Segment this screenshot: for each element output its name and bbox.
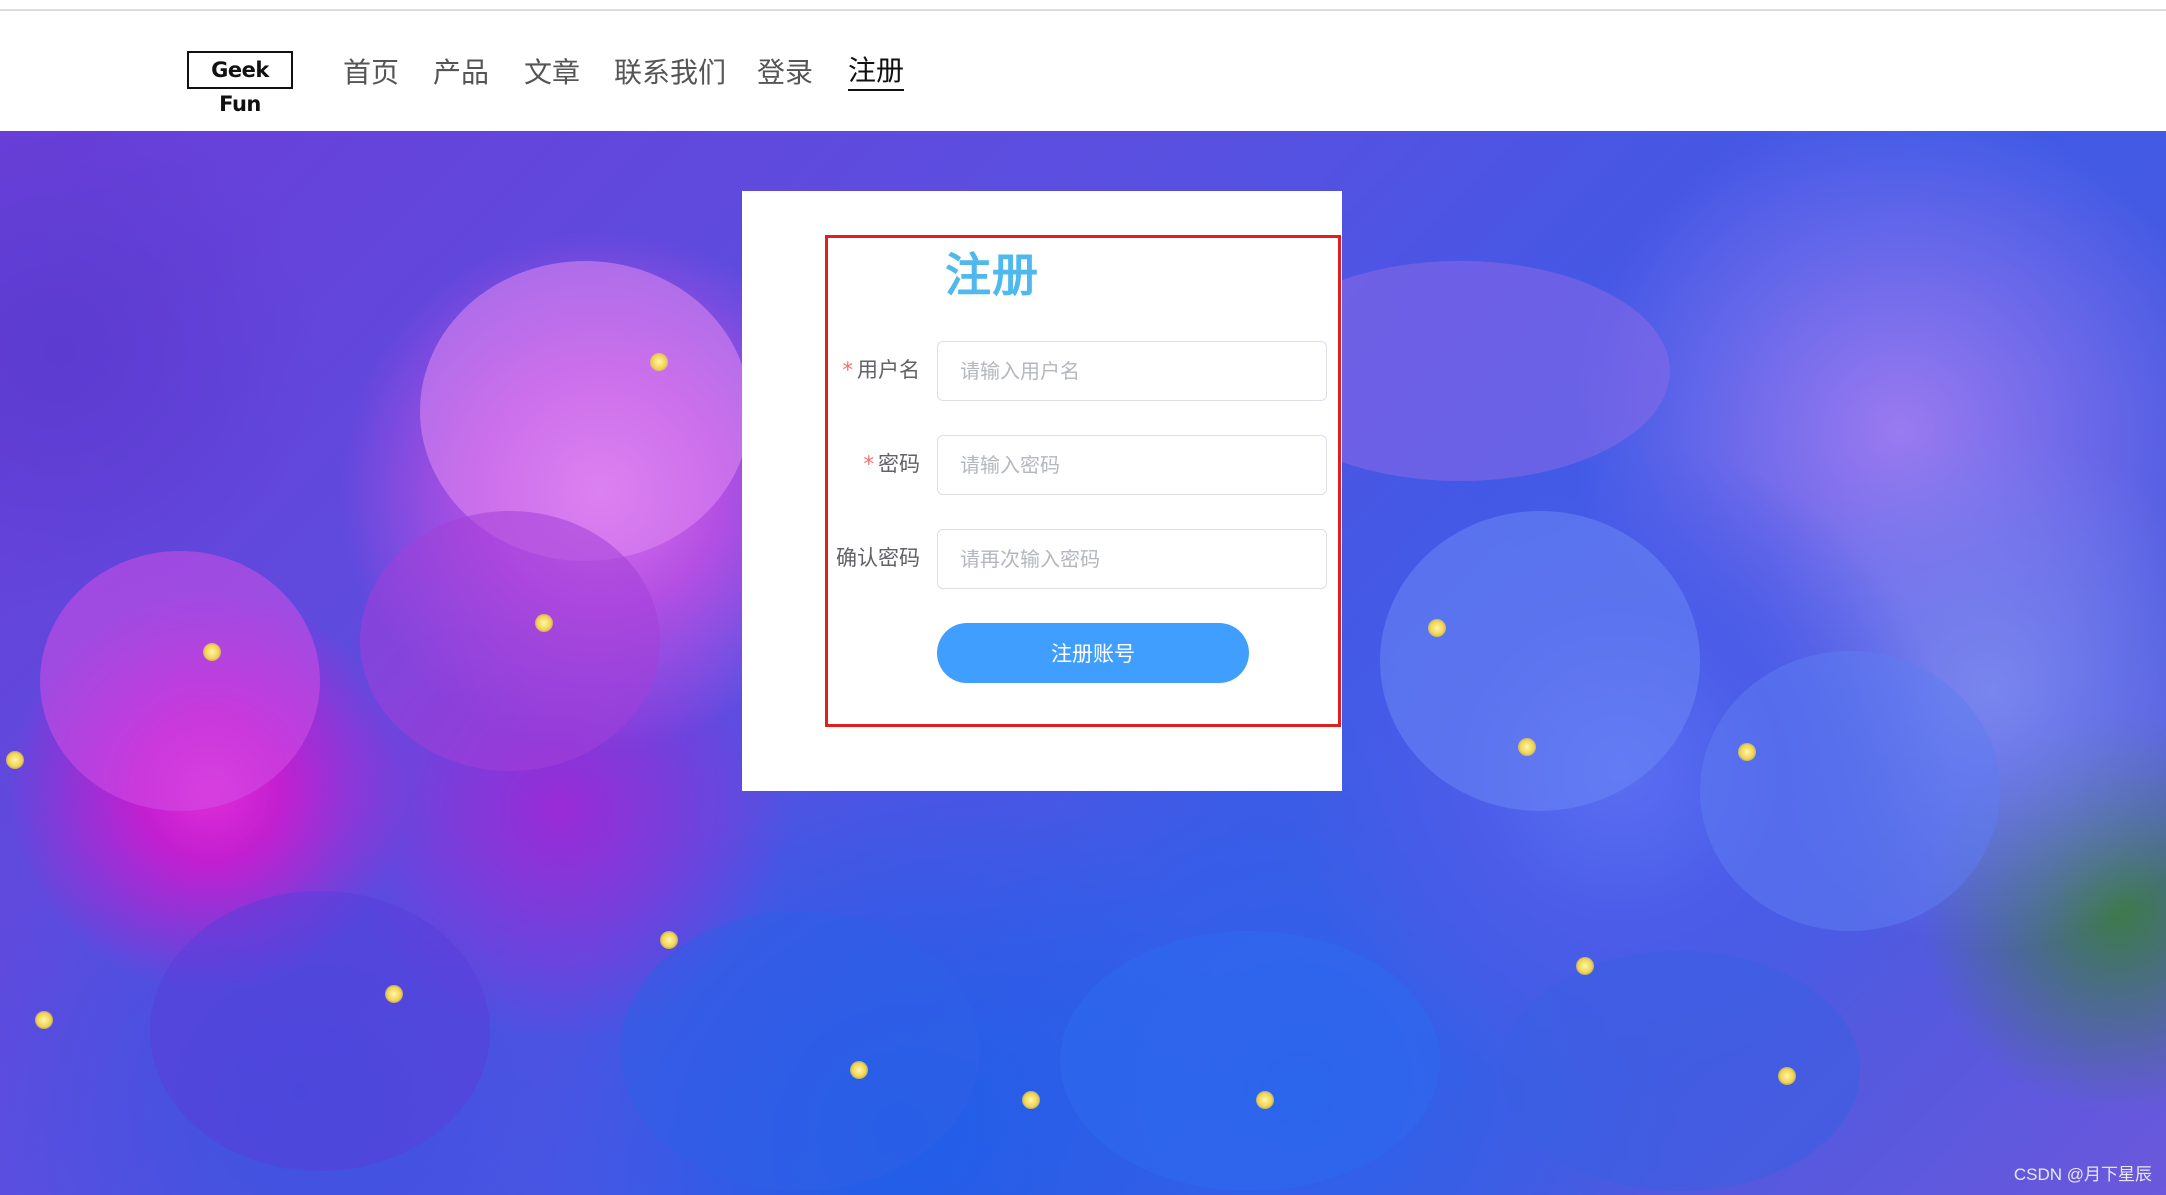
flower-petal xyxy=(360,511,660,771)
form-title: 注册 xyxy=(945,248,1039,302)
nav-item-home[interactable]: 首页 xyxy=(343,53,399,93)
logo[interactable]: Geek Fun xyxy=(187,51,293,116)
confirm-password-label: 确认密码 xyxy=(836,546,920,570)
flower-center xyxy=(650,353,668,371)
flower-petal xyxy=(40,551,320,811)
flower-petal xyxy=(620,911,980,1191)
navbar: Geek Fun 首页 产品 文章 联系我们 登录 注册 xyxy=(0,11,2166,131)
nav-item-register[interactable]: 注册 xyxy=(848,53,905,91)
nav-item-contact[interactable]: 联系我们 xyxy=(614,53,726,93)
password-input[interactable] xyxy=(937,435,1327,495)
flower-center xyxy=(1428,619,1446,637)
flower-center xyxy=(660,931,678,949)
flower-center xyxy=(6,751,24,769)
watermark: CSDN @月下星辰 xyxy=(2013,1165,2152,1184)
flower-center xyxy=(1256,1091,1274,1109)
flower-center xyxy=(1576,957,1594,975)
username-label: * 用户名 xyxy=(842,358,921,382)
nav-item-login[interactable]: 登录 xyxy=(757,53,813,93)
flower-petal xyxy=(150,891,490,1171)
flower-petal xyxy=(1060,931,1440,1191)
nav-item-products[interactable]: 产品 xyxy=(433,53,489,93)
flower-center xyxy=(1022,1091,1040,1109)
password-label: * 密码 xyxy=(863,452,921,476)
register-account-button[interactable]: 注册账号 xyxy=(937,623,1249,683)
username-input[interactable] xyxy=(937,341,1327,401)
nav-item-articles[interactable]: 文章 xyxy=(524,53,580,93)
required-mark: * xyxy=(842,358,854,382)
flower-center xyxy=(535,614,553,632)
flower-center xyxy=(35,1011,53,1029)
flower-petal xyxy=(1500,951,1860,1191)
confirm-password-input[interactable] xyxy=(937,529,1327,589)
flower-center xyxy=(385,985,403,1003)
flower-petal xyxy=(1380,511,1700,811)
flower-center xyxy=(1738,743,1756,761)
flower-center xyxy=(850,1061,868,1079)
required-mark: * xyxy=(863,452,875,476)
flower-center xyxy=(203,643,221,661)
flower-center xyxy=(1778,1067,1796,1085)
flower-center xyxy=(1518,738,1536,756)
flower-petal xyxy=(1700,651,2000,931)
